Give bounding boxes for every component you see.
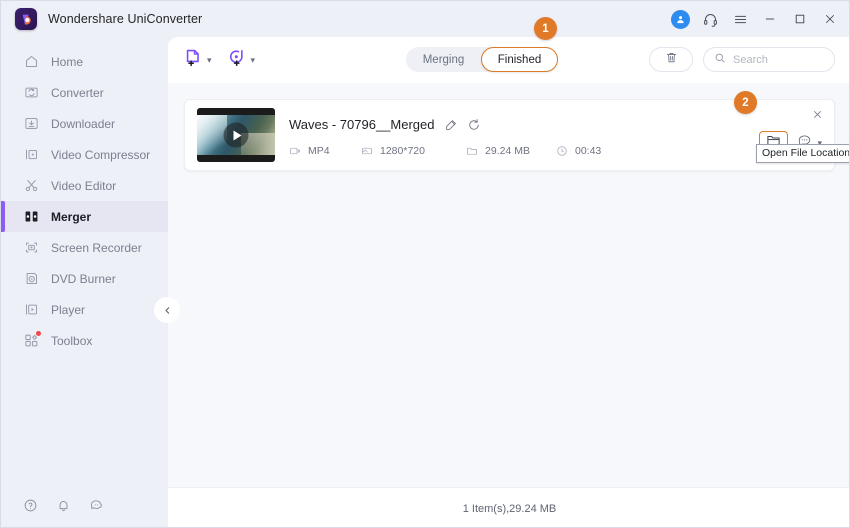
refresh-icon[interactable] [467,118,481,132]
account-avatar[interactable] [665,4,695,34]
minimize-button[interactable] [755,4,785,34]
meta-value: MP4 [308,144,330,157]
screen-recorder-icon [23,240,39,256]
app-logo-icon [15,8,37,30]
hamburger-menu-icon[interactable] [725,4,755,34]
help-icon[interactable] [23,498,38,518]
sidebar-item-home[interactable]: Home [1,46,168,77]
step-badge-1: 1 [534,17,557,40]
resolution-icon [361,145,373,157]
scissors-icon [23,178,39,194]
sidebar-item-label: DVD Burner [51,271,116,286]
search-box[interactable] [703,47,835,72]
close-button[interactable] [815,4,845,34]
folder-icon [466,145,478,157]
player-icon [23,302,39,318]
converter-icon [23,85,39,101]
sidebar-item-label: Video Editor [51,178,117,193]
add-disc-icon [228,48,247,72]
chevron-down-icon: ▾ [250,54,256,65]
sidebar-item-label: Screen Recorder [51,240,142,255]
file-name-row: Waves - 70796__Merged [289,114,822,136]
sidebar-collapse-button[interactable] [154,297,180,323]
meta-format: MP4 [289,145,361,157]
format-icon [289,145,301,157]
meta-value: 1280*720 [380,144,425,157]
status-bar: 1 Item(s),29.24 MB [168,487,849,527]
sidebar-item-video-compressor[interactable]: Video Compressor [1,139,168,170]
bell-icon[interactable] [56,498,71,518]
window-controls [665,1,845,37]
search-icon [714,51,726,69]
sidebar-nav: Home Converter Downloader Video Compress… [1,37,168,356]
sidebar-item-screen-recorder[interactable]: Screen Recorder [1,232,168,263]
sidebar-item-label: Player [51,302,86,317]
clock-icon [556,145,568,157]
app-title: Wondershare UniConverter [48,12,203,26]
sidebar-item-label: Merger [51,209,92,224]
meta-duration: 00:43 [556,145,601,157]
sidebar-item-downloader[interactable]: Downloader [1,108,168,139]
sidebar-item-label: Home [51,54,84,69]
tab-merging[interactable]: Merging [406,47,481,72]
search-input[interactable] [733,53,819,66]
sidebar-item-merger[interactable]: Merger [1,201,168,232]
sidebar-item-converter[interactable]: Converter [1,77,168,108]
play-icon[interactable] [223,122,249,148]
add-file-icon [184,48,203,72]
maximize-button[interactable] [785,4,815,34]
sidebar-item-dvd-burner[interactable]: DVD Burner [1,263,168,294]
merger-icon [23,209,39,225]
delete-all-button[interactable] [649,47,693,72]
add-files-button[interactable]: ▾ [184,48,212,72]
file-list-area: Waves - 70796__Merged MP4 1280*720 29.24… [168,83,849,487]
video-thumbnail[interactable] [197,108,275,162]
headset-icon[interactable] [695,4,725,34]
tab-finished[interactable]: Finished [481,47,558,72]
add-dvd-button[interactable]: ▾ [228,48,256,72]
open-file-location-tooltip: Open File Location [756,144,849,163]
sidebar-bottom-bar [1,487,168,527]
edit-icon[interactable] [444,118,458,132]
meta-resolution: 1280*720 [361,145,466,157]
sidebar-item-toolbox[interactable]: Toolbox [1,325,168,356]
step-badge-2: 2 [734,91,757,114]
status-tabs: Merging Finished [406,47,558,72]
compressor-icon [23,147,39,163]
file-meta-row: MP4 1280*720 29.24 MB 00:43 [289,145,822,157]
chevron-down-icon: ▾ [207,54,212,65]
meta-value: 29.24 MB [485,144,530,157]
sidebar-item-label: Converter [51,85,104,100]
thumbnail-foam [197,115,227,155]
remove-file-button[interactable] [810,107,824,121]
title-bar: Wondershare UniConverter [1,1,849,37]
sidebar-item-label: Toolbox [51,333,93,348]
home-icon [23,54,39,70]
toolbar-actions [649,47,835,72]
application-window: Wondershare UniConverter Home Converter … [0,0,850,528]
trash-icon [665,51,678,69]
meta-value: 00:43 [575,144,602,157]
status-text: 1 Item(s),29.24 MB [462,502,557,515]
toolbox-icon [23,330,41,349]
sidebar-item-video-editor[interactable]: Video Editor [1,170,168,201]
notification-dot [36,330,41,336]
download-icon [23,116,39,132]
disc-icon [23,271,39,287]
sidebar: Home Converter Downloader Video Compress… [1,37,168,527]
sidebar-item-label: Video Compressor [51,147,151,162]
sidebar-item-player[interactable]: Player [1,294,168,325]
feedback-icon[interactable] [89,498,104,518]
file-name: Waves - 70796__Merged [289,117,435,132]
main-toolbar: ▾ ▾ Merging Finished Search [168,37,849,83]
meta-size: 29.24 MB [466,145,556,157]
file-info: Waves - 70796__Merged MP4 1280*720 29.24… [289,114,822,157]
sidebar-item-label: Downloader [51,116,116,131]
